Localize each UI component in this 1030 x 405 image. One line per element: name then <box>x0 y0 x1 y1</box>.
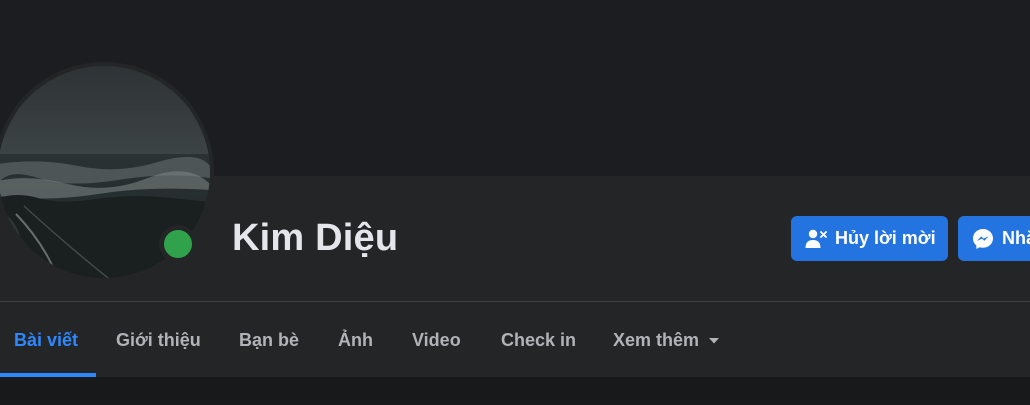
profile-name: Kim Diệu <box>232 217 399 259</box>
tab-videos[interactable]: Video <box>412 302 461 377</box>
cancel-friend-request-button[interactable]: Hủy lời mời <box>791 216 948 261</box>
online-status-dot <box>159 225 197 263</box>
person-remove-icon <box>805 229 827 249</box>
tab-more[interactable]: Xem thêm <box>613 302 720 377</box>
tab-check-ins[interactable]: Check in <box>501 302 576 377</box>
tab-photos[interactable]: Ảnh <box>338 302 373 377</box>
caret-down-icon <box>708 301 720 377</box>
tab-posts[interactable]: Bài viết <box>14 302 78 377</box>
message-button[interactable]: Nhắn tin <box>958 216 1030 261</box>
message-label: Nhắn tin <box>1002 228 1030 248</box>
messenger-icon <box>972 228 994 250</box>
cancel-friend-request-label: Hủy lời mời <box>835 228 936 248</box>
tab-more-label: Xem thêm <box>613 330 700 350</box>
page-background <box>0 377 1030 405</box>
tab-about[interactable]: Giới thiệu <box>116 302 201 377</box>
tab-friends[interactable]: Bạn bè <box>239 302 299 377</box>
active-tab-indicator <box>0 373 96 377</box>
